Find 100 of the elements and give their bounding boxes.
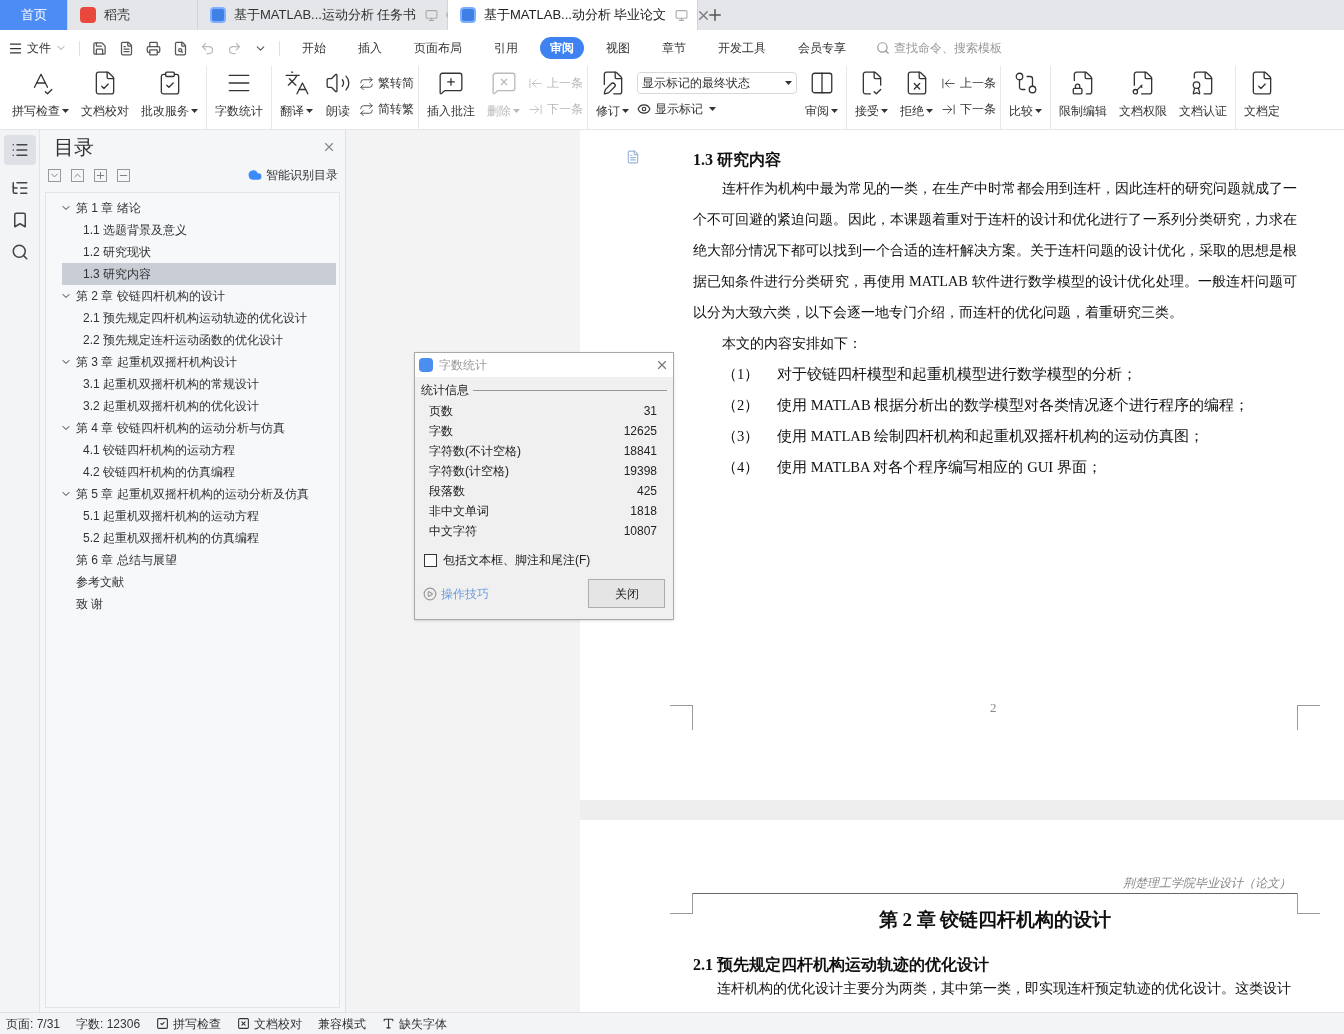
toc-item[interactable]: 4.1 铰链四杆机构的运动方程 [62,439,336,461]
ribbon-small-button[interactable]: 简转繁 [359,100,414,118]
status-button[interactable]: 文档校对 [237,1014,303,1033]
ribbon-button[interactable]: 拒绝 [896,70,937,120]
ribbon-button[interactable]: 限制编辑 [1055,70,1111,120]
font-icon [382,1017,396,1030]
checkbox-label: 包括文本框、脚注和尾注(F) [443,552,591,569]
chapter-title: 第 2 章 铰链四杆机构的设计 [877,908,1113,932]
ribbon-tab[interactable]: 开始 [292,37,336,59]
toc-item[interactable]: 1.1 选题背景及意义 [62,219,336,241]
close-button[interactable]: 关闭 [588,579,665,608]
new-tab-icon[interactable] [706,6,724,24]
ribbon-small-button[interactable]: 上一条 [941,74,996,92]
ribbon-tab[interactable]: 视图 [596,37,640,59]
stat-value: 12625 [623,423,657,440]
ribbon-small-button[interactable]: 繁转简 [359,74,414,92]
ribbon-tab[interactable]: 开发工具 [708,37,776,59]
toc-item[interactable]: 5.2 起重机双摇杆机构的仿真编程 [62,527,336,549]
ribbon-button[interactable]: 拼写检查 [8,70,73,120]
toc-item[interactable]: 第 6 章 总结与展望 [56,549,336,571]
stat-value: 18841 [623,443,657,460]
toc-item[interactable]: 第 4 章 铰链四杆机构的运动分析与仿真 [56,417,336,439]
toc-item[interactable]: 3.2 起重机双摇杆机构的优化设计 [62,395,336,417]
ribbon-button[interactable]: 修订 [592,70,633,120]
close-icon[interactable] [322,140,336,154]
ribbon-button[interactable]: 接受 [851,70,892,120]
status-button[interactable]: 缺失字体 [382,1014,448,1033]
status-text: 兼容模式 [318,1015,367,1033]
print-icon[interactable] [146,40,161,56]
show-markup-button[interactable]: 显示标记 [637,100,797,118]
outline-icon[interactable] [3,135,36,165]
body-paragraph: 连杆机构的优化设计主要分为两类，其中第一类，即实现连杆预定轨迹的优化设计。这类设计 [716,979,1292,998]
redo-icon[interactable] [227,40,242,56]
comment-plus-icon [438,70,464,96]
save-icon[interactable] [92,40,107,56]
ribbon-small-button[interactable]: 下一条 [941,100,996,118]
menu-icon [8,40,23,56]
minus-icon[interactable] [117,168,130,182]
body-paragraph: 连杆作为机构中最为常见的一类，在生产中时常都会用到连杆，因此连杆的研究问题就成了一个不可回避的紧迫问题。因此，本课题着重对于连杆的设计和优化进行了一系列分类研究，力求在绝大部分情况下都可以找到一个合适的连杆解决方案。关于连杆问题的设计优化，采取的思想是根据已知条件进行分类研究，再使用 MATLAB 软件进行数学模型的设计优化处理。一般连杆问题可以分为大致六类，以下会逐一地专门介绍，而连杆的优化问题，着重研究三类。 [693,179,1297,322]
caret-icon [831,109,838,113]
ribbon-button[interactable]: 比较 [1005,70,1046,120]
ribbon-button[interactable]: 审阅 [801,70,842,120]
toc-item[interactable]: 第 2 章 铰链四杆机构的设计 [56,285,336,307]
tab-label: 基于MATLAB...动分析 毕业论文 [484,6,667,25]
toc-item[interactable]: 4.2 铰链四杆机构的仿真编程 [62,461,336,483]
ribbon-button[interactable]: 文档定 [1240,70,1284,120]
toc-item[interactable]: 2.1 预先规定四杆机构运动轨迹的优化设计 [62,307,336,329]
ribbon-button[interactable]: 朗读 [321,70,355,120]
ribbon-tab[interactable]: 插入 [348,37,392,59]
ribbon-tab[interactable]: 引用 [484,37,528,59]
status-button[interactable]: 拼写检查 [156,1014,222,1033]
toc-item[interactable]: 第 5 章 起重机双摇杆机构的运动分析及仿真 [56,483,336,505]
ribbon-button[interactable]: 批改服务 [137,70,202,120]
list-number: （4） [722,458,761,477]
toc-item[interactable]: 第 3 章 起重机双摇杆机构设计 [56,351,336,373]
stat-label: 段落数 [429,483,465,500]
list-item-text: 使用 MATLAB 绘制四杆机构和起重机双摇杆机构的运动仿真图； [777,427,1205,446]
file-menu[interactable]: 文件 [8,39,67,57]
ribbon-button[interactable]: 文档权限 [1115,70,1171,120]
ribbon-tab[interactable]: 审阅 [540,37,584,59]
ribbon-button[interactable]: 插入批注 [423,70,479,120]
ribbon-tab[interactable]: 章节 [652,37,696,59]
ribbon-button[interactable]: 字数统计 [211,70,267,120]
toc-item[interactable]: 3.1 起重机双摇杆机构的常规设计 [62,373,336,395]
search-icon[interactable] [10,243,29,261]
expand-icon[interactable] [71,168,84,182]
preview-icon[interactable] [173,40,188,56]
dialog-title: 字数统计 [439,357,487,374]
plus-icon[interactable] [94,168,107,182]
toc-item[interactable]: 第 1 章 绪论 [56,197,336,219]
ribbon-tab[interactable]: 页面布局 [404,37,472,59]
toc-item[interactable]: 5.1 起重机双摇杆机构的运动方程 [62,505,336,527]
markup-icon [637,102,651,116]
document-icon[interactable] [119,40,134,56]
document-logo-icon [210,7,226,23]
collapse-icon[interactable] [48,168,61,182]
toc-item[interactable]: 参考文献 [56,571,336,593]
stat-label: 字符数(计空格) [429,463,509,480]
checkbox[interactable] [424,553,437,567]
toc-item[interactable]: 1.3 研究内容 [62,263,336,285]
section-heading: 1.3 研究内容 [693,149,782,170]
caret-icon [709,107,716,111]
markup-dropdown[interactable]: 显示标记的最终状态 [637,72,797,94]
ribbon-button[interactable]: 文档校对 [77,70,133,120]
list-number: （1） [722,365,761,384]
undo-icon[interactable] [200,40,215,56]
ribbon-button[interactable]: 翻译 [276,70,317,120]
smart-toc-button[interactable]: 智能识别目录 [248,166,338,184]
navigation-icon[interactable] [10,179,29,197]
crop-mark [670,705,693,730]
page-number: 2 [990,699,997,717]
ribbon-tab[interactable]: 会员专享 [788,37,856,59]
toc-item[interactable]: 致 谢 [56,593,336,615]
toc-item[interactable]: 1.2 研究现状 [62,241,336,263]
ribbon-button[interactable]: 文档认证 [1175,70,1231,120]
toc-item[interactable]: 2.2 预先规定连杆运动函数的优化设计 [62,329,336,351]
close-icon[interactable] [655,358,669,372]
crop-mark [670,893,693,914]
status-text: 页面: 7/31 [6,1015,61,1033]
comment-x-icon [490,70,517,96]
